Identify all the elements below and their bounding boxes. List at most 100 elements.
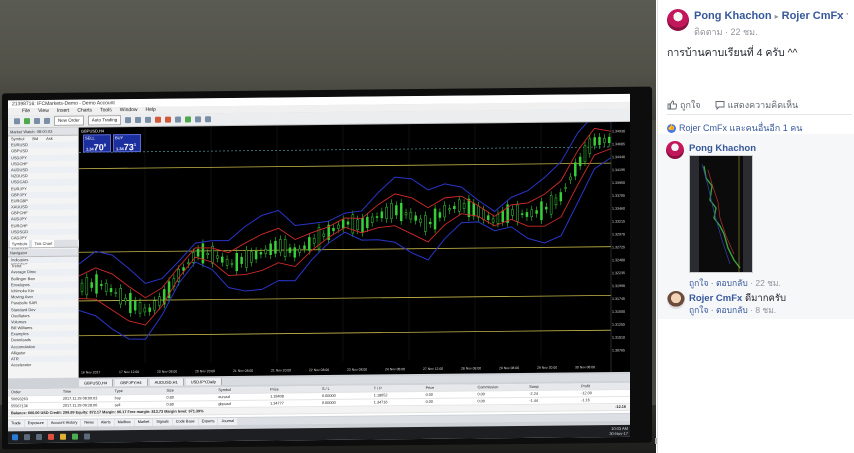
comment-avatar[interactable] xyxy=(666,141,684,159)
terminal-tab[interactable]: Journal xyxy=(218,417,237,426)
bar-chart-icon[interactable] xyxy=(125,117,132,124)
sell-button[interactable]: SELL 1.34708 xyxy=(83,134,111,153)
periods-icon[interactable] xyxy=(195,116,202,123)
line-chart-icon[interactable] xyxy=(145,116,152,123)
follow-link[interactable]: ติดตาม xyxy=(694,27,723,37)
more-options-icon[interactable]: ··· xyxy=(836,8,850,20)
thumbs-up-icon xyxy=(667,100,677,110)
candle-chart-icon[interactable] xyxy=(135,116,142,124)
task-view-icon[interactable] xyxy=(36,433,42,441)
candle xyxy=(153,300,156,311)
chart-window[interactable]: 1.34930 1.34685 1.34440 1.34195 1.33950 1.337… xyxy=(79,121,630,378)
comment-reply-link[interactable]: ตอบกลับ xyxy=(716,305,748,315)
chrome-icon[interactable] xyxy=(48,433,54,440)
chart-tab[interactable]: GBPJPY,H4 xyxy=(115,378,148,387)
menu-item[interactable]: Help xyxy=(146,107,156,114)
like-button[interactable]: ถูกใจ xyxy=(667,98,701,112)
comment-image[interactable] xyxy=(689,155,753,273)
column-header: Order xyxy=(11,390,21,395)
order-cell: -1.44 xyxy=(529,398,538,403)
post-time[interactable]: · 22 ชม. xyxy=(725,27,758,37)
column-header: Profit xyxy=(581,384,590,389)
comment-time[interactable]: · 8 ชม. xyxy=(750,305,776,315)
windows-start-icon[interactable] xyxy=(12,434,18,441)
price-scale-label: 1.33705 xyxy=(612,194,625,198)
like-label: ถูกใจ xyxy=(680,100,701,110)
candle xyxy=(574,162,577,177)
navigator-icon[interactable] xyxy=(44,117,50,124)
new-order-button[interactable]: New Order xyxy=(54,115,84,126)
menu-item[interactable]: Insert xyxy=(57,108,70,115)
panel-tab[interactable]: Tick Chart xyxy=(32,239,55,248)
bollinger-lower-line xyxy=(79,157,612,340)
column-header: Type xyxy=(114,389,123,394)
menu-item[interactable]: Window xyxy=(120,107,138,114)
search-icon[interactable] xyxy=(24,434,30,441)
avatar[interactable] xyxy=(667,9,689,31)
terminal-tab[interactable]: News xyxy=(81,419,97,427)
candle xyxy=(404,212,408,216)
terminal-tab[interactable]: Trade xyxy=(8,420,24,428)
navigator-item[interactable]: Accelerator xyxy=(8,362,78,369)
panel-tab[interactable]: Symbols xyxy=(10,240,30,248)
menu-item[interactable]: View xyxy=(38,108,49,115)
order-cell: 0.00000 xyxy=(321,400,336,406)
terminal-tab[interactable]: Account History xyxy=(47,419,81,427)
auto-trading-button[interactable]: Auto Trading xyxy=(87,115,122,126)
terminal-tab[interactable]: Code Base xyxy=(172,418,198,426)
chart-tab[interactable]: AUDUSD,H1 xyxy=(149,378,184,386)
candle xyxy=(124,297,127,302)
market-watch-icon[interactable] xyxy=(34,118,40,125)
candle xyxy=(129,293,132,313)
new-chart-icon[interactable] xyxy=(14,118,20,125)
candle xyxy=(279,239,282,253)
one-click-trading: SELL 1.34708 BUY 1.34731 xyxy=(83,133,141,153)
order-cell: 2017.11.29 08:00:03 xyxy=(62,396,98,401)
column-header: S / L xyxy=(321,386,330,392)
terminal-tab[interactable]: Alerts xyxy=(97,419,114,427)
terminal-tab[interactable]: Market xyxy=(134,418,153,427)
price-chart[interactable]: 1.34930 1.34685 1.34440 1.34195 1.33950 1.337… xyxy=(79,121,630,378)
order-cell: 1.18408 xyxy=(270,394,284,399)
level-line xyxy=(79,246,611,253)
indicators-icon[interactable] xyxy=(185,116,192,123)
zoom-in-icon[interactable] xyxy=(155,116,162,123)
candle xyxy=(467,198,471,217)
file-explorer-icon[interactable] xyxy=(60,433,66,440)
candle xyxy=(312,237,316,244)
time-axis-label: 21 Nov 20:00 xyxy=(271,368,291,372)
terminal-tab[interactable]: Signals xyxy=(153,418,172,426)
terminal-tab[interactable]: Experts xyxy=(198,418,218,426)
taskbar-clock[interactable]: 10:03 AM 30-Nov-17 xyxy=(609,426,628,436)
comment-like-link[interactable]: ถูกใจ xyxy=(689,305,708,315)
order-cell: 1.34777 xyxy=(270,401,284,406)
chart-tab[interactable]: GBPUSD,H4 xyxy=(79,379,114,387)
menu-item[interactable]: File xyxy=(22,108,30,115)
reactions-summary[interactable]: 👍 Rojer CmFx และคนอื่นอีก 1 คน xyxy=(667,121,802,135)
buy-button[interactable]: BUY 1.34731 xyxy=(113,133,141,153)
store-icon[interactable] xyxy=(84,433,90,440)
comment-author[interactable]: Pong Khachon xyxy=(689,143,756,154)
terminal-tab[interactable]: Mailbox xyxy=(114,419,134,427)
candle xyxy=(496,214,500,224)
target-link[interactable]: Rojer CmFx xyxy=(782,10,844,22)
menu-item[interactable]: Tools xyxy=(100,107,112,114)
candle xyxy=(448,208,451,211)
comment-button[interactable]: แสดงความคิดเห็น xyxy=(715,98,798,112)
templates-icon[interactable] xyxy=(205,116,212,123)
comment-avatar[interactable] xyxy=(667,291,685,309)
monitor-photo[interactable]: 21398716: IFCMarkets-Demo - Demo Account… xyxy=(0,0,656,453)
arrow-right-icon: ▸ xyxy=(774,12,779,21)
profiles-icon[interactable] xyxy=(24,118,30,125)
zoom-out-icon[interactable] xyxy=(165,116,172,123)
terminal-tab[interactable]: Exposure xyxy=(24,419,47,428)
author-link[interactable]: Pong Khachon xyxy=(694,10,772,22)
metatrader-icon[interactable] xyxy=(72,433,78,440)
comment-reply-link[interactable]: ตอบกลับ xyxy=(716,278,748,288)
menu-item[interactable]: Charts xyxy=(77,107,92,114)
comment-time[interactable]: · 22 ชม. xyxy=(750,278,781,288)
comment-like-link[interactable]: ถูกใจ xyxy=(689,278,708,288)
chart-tab[interactable]: USDJPY,Daily xyxy=(185,378,223,386)
candle xyxy=(283,238,287,258)
grid-icon[interactable] xyxy=(175,116,182,123)
